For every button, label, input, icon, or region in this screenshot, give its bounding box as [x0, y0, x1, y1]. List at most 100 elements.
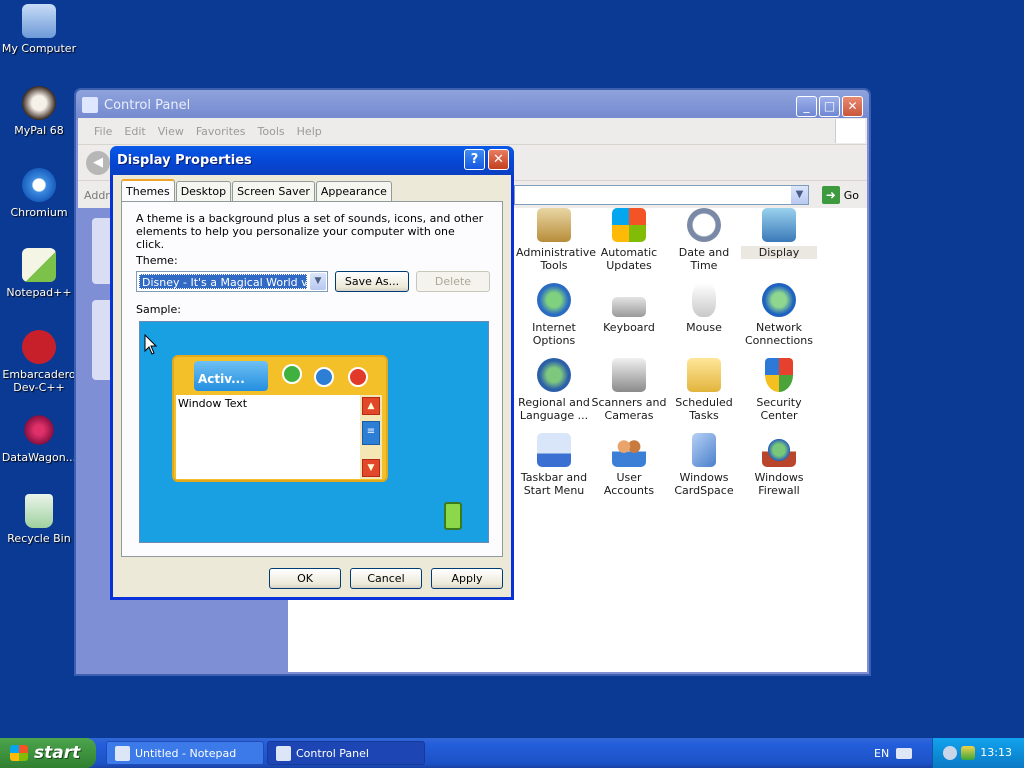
scroll-down-icon: ▼	[362, 459, 380, 477]
cp-item-administrative-tools[interactable]: Administrative Tools	[516, 208, 596, 272]
menu-favorites[interactable]: Favorites	[196, 125, 246, 138]
desktop-icon-recycle-bin[interactable]: Recycle Bin	[0, 494, 78, 545]
chevron-down-icon[interactable]: ▼	[310, 273, 326, 290]
desktop-icon-notepadpp[interactable]: Notepad++	[0, 248, 78, 299]
menu-tools[interactable]: Tools	[258, 125, 285, 138]
theme-sample-preview: Activ... Window Text ▲ ≡ ▼	[139, 321, 489, 543]
address-input[interactable]: ▼	[514, 185, 809, 205]
control-panel-titlebar[interactable]: Control Panel	[76, 90, 869, 120]
taskbar-icon	[537, 433, 571, 467]
menu-help[interactable]: Help	[297, 125, 322, 138]
windows-update-icon	[612, 208, 646, 242]
tab-desktop[interactable]: Desktop	[175, 181, 232, 201]
dialog-title: Display Properties	[117, 153, 252, 168]
close-button[interactable]: ✕	[842, 96, 863, 117]
tab-appearance[interactable]: Appearance	[315, 181, 392, 201]
datawagon-icon	[22, 413, 56, 447]
menu-file[interactable]: File	[94, 125, 112, 138]
cp-item-mouse[interactable]: Mouse	[666, 283, 742, 334]
tray-network-icon[interactable]	[943, 746, 957, 760]
desktop-icon-mypal[interactable]: MyPal 68	[0, 86, 78, 137]
keyboard-icon	[612, 297, 646, 317]
desktop-icon-datawagon[interactable]: DataWagon...	[0, 413, 78, 464]
notepad-icon	[115, 746, 130, 761]
mouse-icon	[692, 283, 716, 317]
back-arrow-icon[interactable]: ◀	[86, 151, 110, 175]
window-title: Control Panel	[104, 97, 191, 113]
theme-select-value: Disney - It's a Magical World v2.0	[139, 274, 307, 289]
cp-item-date-and-time[interactable]: Date and Time	[666, 208, 742, 272]
save-as-button[interactable]: Save As...	[335, 271, 409, 292]
recycle-bin-icon	[25, 494, 53, 528]
network-icon	[762, 283, 796, 317]
language-indicator[interactable]: EN	[874, 747, 889, 760]
sample-scrollbar: ▲ ≡ ▼	[360, 395, 382, 479]
cp-item-windows-cardspace[interactable]: Windows CardSpace	[666, 433, 742, 497]
scroll-up-icon: ▲	[362, 397, 380, 415]
minimize-button[interactable]: _	[796, 96, 817, 117]
cp-item-taskbar-start-menu[interactable]: Taskbar and Start Menu	[516, 433, 592, 497]
mypal-icon	[22, 86, 56, 120]
themes-description: A theme is a background plus a set of so…	[136, 212, 484, 251]
sample-recycle-bin-icon	[444, 502, 462, 530]
clock-icon	[687, 208, 721, 242]
go-arrow-icon: ➜	[821, 186, 840, 204]
taskbar-item-control-panel[interactable]: Control Panel	[267, 741, 425, 765]
clock: 13:13	[980, 746, 1012, 759]
tab-themes[interactable]: Themes	[121, 179, 175, 201]
display-properties-dialog[interactable]: Display Properties ? ✕ Themes Desktop Sc…	[110, 146, 514, 600]
cp-item-regional-language[interactable]: Regional and Language ...	[516, 358, 592, 422]
users-icon	[612, 433, 646, 467]
devcpp-icon	[22, 330, 56, 364]
mouse-cursor-icon	[144, 334, 158, 355]
sample-window: Activ... Window Text ▲ ≡ ▼	[172, 355, 388, 482]
cancel-button[interactable]: Cancel	[350, 568, 422, 589]
taskbar-item-notepad[interactable]: Untitled - Notepad	[106, 741, 264, 765]
display-icon	[762, 208, 796, 242]
dialog-close-button[interactable]: ✕	[488, 149, 509, 170]
globe-icon	[537, 283, 571, 317]
cp-item-scheduled-tasks[interactable]: Scheduled Tasks	[666, 358, 742, 422]
tray-security-icon[interactable]	[961, 746, 975, 760]
maximize-button[interactable]: □	[819, 96, 840, 117]
cp-item-network-connections[interactable]: Network Connections	[741, 283, 817, 347]
apply-button[interactable]: Apply	[431, 568, 503, 589]
windows-logo-icon	[835, 119, 865, 143]
cp-item-automatic-updates[interactable]: Automatic Updates	[591, 208, 667, 272]
desktop-icon-chromium[interactable]: Chromium	[0, 168, 78, 219]
cp-item-scanners-cameras[interactable]: Scanners and Cameras	[591, 358, 667, 422]
go-button[interactable]: ➜ Go	[821, 186, 859, 204]
scanner-icon	[612, 358, 646, 392]
cp-item-keyboard[interactable]: Keyboard	[591, 283, 667, 334]
keyboard-icon[interactable]	[896, 748, 912, 759]
desktop-icon-devcpp[interactable]: Embarcadero Dev-C++	[0, 330, 78, 394]
desktop-icon-my-computer[interactable]: My Computer	[0, 4, 78, 55]
cp-item-display[interactable]: Display	[741, 208, 817, 259]
globe-language-icon	[537, 358, 571, 392]
sample-window-title: Activ...	[194, 361, 268, 391]
chevron-down-icon[interactable]: ▼	[791, 186, 808, 204]
menu-bar: File Edit View Favorites Tools Help	[78, 118, 867, 144]
admin-tools-icon	[537, 208, 571, 242]
dialog-titlebar[interactable]: Display Properties	[110, 146, 514, 175]
cp-item-windows-firewall[interactable]: Windows Firewall	[741, 433, 817, 497]
cp-item-user-accounts[interactable]: User Accounts	[591, 433, 667, 497]
menu-edit[interactable]: Edit	[124, 125, 145, 138]
start-button[interactable]: start	[0, 738, 96, 768]
sample-close-icon	[348, 367, 368, 387]
computer-icon	[22, 4, 56, 38]
theme-label: Theme:	[136, 254, 178, 267]
cp-item-security-center[interactable]: Security Center	[741, 358, 817, 422]
windows-flag-icon	[10, 745, 28, 761]
ok-button[interactable]: OK	[269, 568, 341, 589]
menu-view[interactable]: View	[158, 125, 184, 138]
help-button[interactable]: ?	[464, 149, 485, 170]
cp-item-internet-options[interactable]: Internet Options	[516, 283, 592, 347]
scroll-thumb: ≡	[362, 421, 380, 445]
theme-select[interactable]: Disney - It's a Magical World v2.0 ▼	[136, 271, 328, 292]
chromium-icon	[22, 168, 56, 202]
sample-window-text: Window Text	[176, 395, 364, 479]
tab-screen-saver[interactable]: Screen Saver	[232, 181, 315, 201]
delete-button[interactable]: Delete	[416, 271, 490, 292]
system-tray: 13:13	[932, 738, 1024, 768]
